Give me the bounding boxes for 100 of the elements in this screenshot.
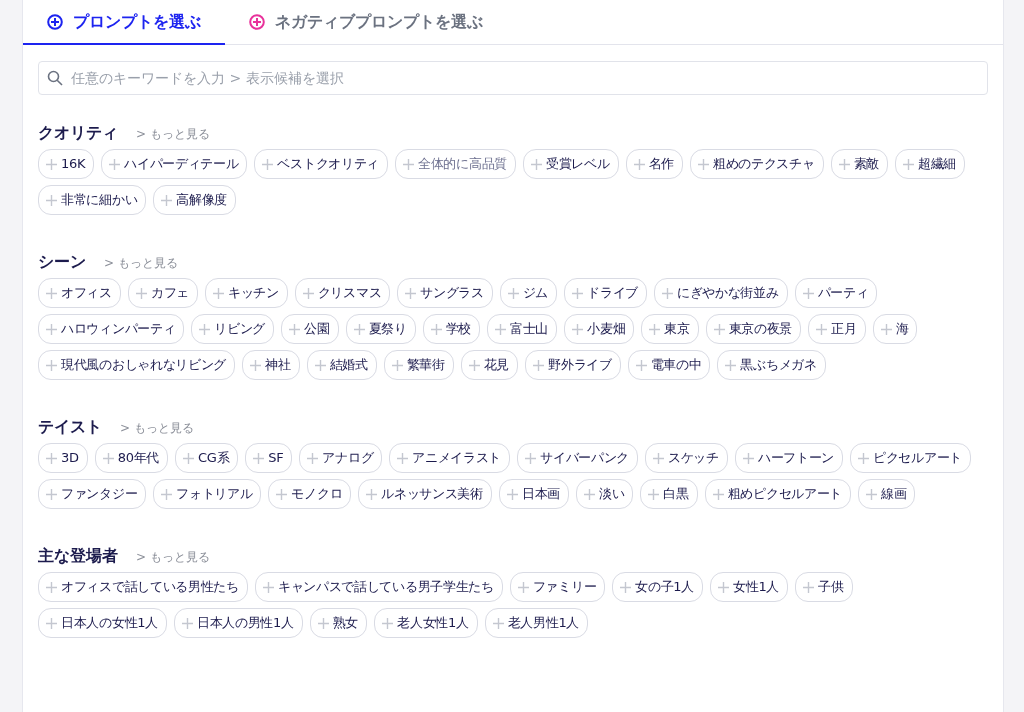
- tab[interactable]: ネガティブプロンプトを選ぶ: [225, 0, 507, 45]
- plus-icon: [403, 158, 415, 170]
- tag-chip[interactable]: にぎやかな街並み: [654, 278, 788, 308]
- tag-chip[interactable]: 線画: [858, 479, 916, 509]
- plus-icon: [46, 158, 57, 170]
- tag-chip[interactable]: 非常に細かい: [38, 185, 147, 215]
- plus-icon: [866, 488, 878, 500]
- tag-chip[interactable]: アナログ: [299, 443, 383, 473]
- tag-chip[interactable]: 神社: [242, 350, 300, 380]
- plus-icon: [838, 158, 850, 170]
- tab[interactable]: プロンプトを選ぶ: [23, 0, 225, 45]
- tag-chip[interactable]: 小麦畑: [564, 314, 635, 344]
- plus-icon: [46, 359, 57, 371]
- plus-icon: [649, 323, 661, 335]
- tag-chip[interactable]: カフェ: [127, 278, 198, 308]
- tag-chip[interactable]: 女の子1人: [612, 572, 703, 602]
- tag-chip[interactable]: 日本画: [498, 479, 569, 509]
- tag-chip[interactable]: スケッチ: [645, 443, 728, 473]
- tag-chip[interactable]: 高解像度: [153, 185, 236, 215]
- tag-chip[interactable]: オフィスで話している男性たち: [38, 572, 248, 602]
- tag-chip[interactable]: オフィス: [38, 278, 121, 308]
- tag-chip[interactable]: 日本人の男性1人: [173, 608, 303, 638]
- plus-icon: [391, 359, 403, 371]
- tag-chip[interactable]: 野外ライブ: [525, 350, 621, 380]
- plus-icon: [495, 323, 507, 335]
- tag-chip[interactable]: 海: [872, 314, 918, 344]
- plus-icon: [633, 158, 645, 170]
- tag-chip[interactable]: 夏祭り: [345, 314, 416, 344]
- plus-icon: [317, 617, 329, 629]
- tag-chip[interactable]: ファンタジー: [38, 479, 147, 509]
- tag-chip[interactable]: 子供: [795, 572, 853, 602]
- plus-icon: [302, 287, 314, 299]
- plus-icon: [468, 359, 480, 371]
- tag-chip[interactable]: 粗めのテクスチャ: [689, 149, 824, 179]
- tag-chip[interactable]: 電車の中: [627, 350, 711, 380]
- plus-icon: [572, 323, 584, 335]
- tag-chip[interactable]: 花見: [460, 350, 519, 380]
- tag-chip[interactable]: リビング: [191, 314, 275, 344]
- tag-chip[interactable]: 名作: [625, 149, 683, 179]
- plus-icon: [135, 287, 147, 299]
- plus-icon: [46, 194, 57, 206]
- plus-icon: [183, 452, 195, 464]
- tag-chip[interactable]: ベストクオリティ: [254, 149, 389, 179]
- tag-chip[interactable]: 黒ぶちメガネ: [717, 350, 826, 380]
- tag-chip[interactable]: 正月: [808, 314, 866, 344]
- tag-chip[interactable]: サイバーパンク: [517, 443, 639, 473]
- tag-chip[interactable]: 結婚式: [306, 350, 377, 380]
- plus-icon: [276, 488, 288, 500]
- tag-chip[interactable]: 東京の夜景: [705, 314, 802, 344]
- plus-icon: [382, 617, 394, 629]
- tag-chip[interactable]: 受賞レベル: [523, 149, 619, 179]
- tag-chip[interactable]: 素敵: [830, 149, 888, 179]
- tag-chip[interactable]: 淡い: [575, 479, 634, 509]
- tag-chip[interactable]: クリスマス: [294, 278, 391, 308]
- tag-chip[interactable]: 日本人の女性1人: [38, 608, 167, 638]
- plus-icon: [353, 323, 365, 335]
- tag-chip[interactable]: ピクセルアート: [850, 443, 971, 473]
- tag-chip[interactable]: 80年代: [94, 443, 169, 473]
- tag-chip[interactable]: 16K: [38, 149, 95, 179]
- tag-chip[interactable]: 老人女性1人: [374, 608, 478, 638]
- plus-icon: [366, 488, 378, 500]
- tag-chip[interactable]: 東京: [641, 314, 699, 344]
- tag-chip[interactable]: ドライブ: [564, 278, 647, 308]
- tag-chip[interactable]: 現代風のおしゃれなリビング: [38, 350, 236, 380]
- plus-icon: [161, 194, 173, 206]
- section-title: クオリティ: [38, 122, 118, 144]
- tag-chip[interactable]: キャンパスで話している男子学生たち: [254, 572, 503, 602]
- tag-chip[interactable]: 熟女: [309, 608, 368, 638]
- plus-icon: [199, 323, 211, 335]
- tag-chip[interactable]: 粗めピクセルアート: [704, 479, 852, 509]
- tag-chip[interactable]: フォトリアル: [153, 479, 262, 509]
- tag-chip[interactable]: サングラス: [397, 278, 493, 308]
- tag-chip[interactable]: 老人男性1人: [484, 608, 589, 638]
- plus-icon: [289, 323, 301, 335]
- tag-chip[interactable]: パーティ: [794, 278, 878, 308]
- tag-chip[interactable]: 3D: [38, 443, 88, 473]
- search-field[interactable]: 任意のキーワードを入力 > 表示候補を選択: [38, 61, 988, 95]
- tag-chip[interactable]: 公園: [281, 314, 339, 344]
- tag-chip[interactable]: アニメイラスト: [389, 443, 511, 473]
- plus-icon: [858, 452, 870, 464]
- tag-chip[interactable]: 富士山: [487, 314, 558, 344]
- tag-chip[interactable]: 学校: [422, 314, 481, 344]
- tag-chip[interactable]: モノクロ: [268, 479, 352, 509]
- plus-icon: [648, 488, 660, 500]
- plus-icon: [718, 581, 729, 593]
- tag-chip[interactable]: ハロウィンパーティ: [38, 314, 185, 344]
- tag-chip[interactable]: ハーフトーン: [734, 443, 844, 473]
- tag-chip[interactable]: ルネッサンス美術: [358, 479, 492, 509]
- plus-icon: [397, 452, 409, 464]
- plus-icon: [742, 452, 754, 464]
- tag-chip[interactable]: 白黒: [640, 479, 698, 509]
- tag-chip[interactable]: ファミリー: [509, 572, 606, 602]
- tag-chip[interactable]: 繁華街: [383, 350, 454, 380]
- tag-chip[interactable]: CG系: [175, 443, 239, 473]
- tag-chip[interactable]: 超繊細: [894, 149, 966, 179]
- tag-chip[interactable]: 女性1人: [710, 572, 789, 602]
- tag-chip[interactable]: ジム: [499, 278, 558, 308]
- tag-chip[interactable]: キッチン: [204, 278, 288, 308]
- tag-chip[interactable]: SF: [245, 443, 293, 473]
- tag-chip[interactable]: ハイパーディテール: [101, 149, 248, 179]
